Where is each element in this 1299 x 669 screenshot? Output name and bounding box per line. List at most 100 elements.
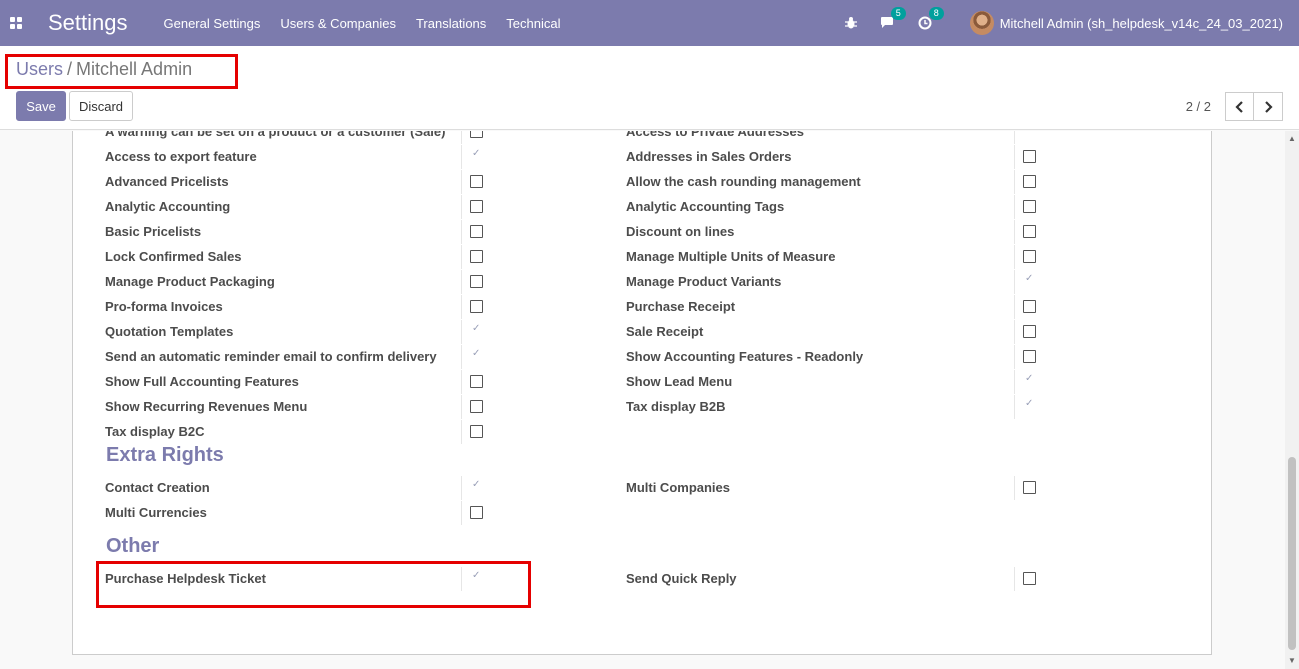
vertical-scrollbar[interactable]: ▲ ▼ [1285, 131, 1299, 669]
field-separator [461, 170, 462, 194]
navbar-systray: 5 8 Mitchell Admin (sh_helpdesk_v14c_24_… [822, 7, 1299, 35]
checkbox-discount-on-lines[interactable] [1023, 225, 1036, 238]
section-title-other: Other [106, 535, 160, 557]
checkbox-manage-product-packaging[interactable] [470, 275, 483, 288]
field-label-pro-forma-invoices[interactable]: Pro-forma Invoices [105, 294, 223, 319]
field-label-tax-display-b2b[interactable]: Tax display B2B [626, 394, 725, 419]
field-separator [1014, 131, 1015, 144]
field-label-manage-product-packaging[interactable]: Manage Product Packaging [105, 269, 275, 294]
breadcrumb-users-link[interactable]: Users [16, 59, 63, 79]
field-label-manage-multiple-units-of-measure[interactable]: Manage Multiple Units of Measure [626, 244, 835, 269]
field-separator [461, 567, 462, 591]
menu-users-companies[interactable]: Users & Companies [280, 16, 396, 31]
checkbox-purchase-helpdesk-ticket [470, 570, 483, 585]
menu-technical[interactable]: Technical [506, 16, 560, 31]
field-label-basic-pricelists[interactable]: Basic Pricelists [105, 219, 201, 244]
field-separator [1014, 295, 1015, 319]
checkbox-manage-multiple-units-of-measure[interactable] [1023, 250, 1036, 263]
checkbox-show-accounting-features-readonly[interactable] [1023, 350, 1036, 363]
checkbox-send-quick-reply[interactable] [1023, 572, 1036, 585]
field-label-show-full-accounting-features[interactable]: Show Full Accounting Features [105, 369, 299, 394]
checkbox-tax-display-b2b [1023, 398, 1036, 413]
field-label-addresses-in-sales-orders[interactable]: Addresses in Sales Orders [626, 144, 791, 169]
discard-button[interactable]: Discard [69, 91, 133, 121]
chat-count-badge: 5 [890, 7, 906, 20]
pager-next-button[interactable] [1254, 92, 1283, 121]
field-label-manage-product-variants[interactable]: Manage Product Variants [626, 269, 781, 294]
menu-translations[interactable]: Translations [416, 16, 486, 31]
field-label-discount-on-lines[interactable]: Discount on lines [626, 219, 734, 244]
field-label-advanced-pricelists[interactable]: Advanced Pricelists [105, 169, 229, 194]
field-separator [461, 476, 462, 500]
field-label-allow-the-cash-rounding-management[interactable]: Allow the cash rounding management [626, 169, 861, 194]
chat-messages-icon[interactable]: 5 [880, 7, 906, 30]
checkbox-quotation-templates [470, 323, 483, 338]
field-label-lock-confirmed-sales[interactable]: Lock Confirmed Sales [105, 244, 242, 269]
checkbox-allow-the-cash-rounding-management[interactable] [1023, 175, 1036, 188]
field-label-multi-companies[interactable]: Multi Companies [626, 475, 730, 500]
checkbox-access-to-private-addresses [1023, 131, 1036, 138]
checkbox-advanced-pricelists[interactable] [470, 175, 483, 188]
field-label-send-an-automatic-reminder-email-to-confirm-delivery[interactable]: Send an automatic reminder email to conf… [105, 344, 437, 369]
save-button[interactable]: Save [16, 91, 66, 121]
checkbox-purchase-receipt[interactable] [1023, 300, 1036, 313]
field-label-analytic-accounting[interactable]: Analytic Accounting [105, 194, 230, 219]
checkbox-analytic-accounting[interactable] [470, 200, 483, 213]
checkbox-sale-receipt[interactable] [1023, 325, 1036, 338]
field-label-purchase-receipt[interactable]: Purchase Receipt [626, 294, 735, 319]
pager-value[interactable]: 2 / 2 [1186, 99, 1211, 114]
checkbox-show-recurring-revenues-menu[interactable] [470, 400, 483, 413]
field-separator [1014, 145, 1015, 169]
user-menu[interactable]: Mitchell Admin (sh_helpdesk_v14c_24_03_2… [1000, 16, 1283, 31]
breadcrumb: Users / Mitchell Admin [16, 59, 192, 80]
checkbox-lock-confirmed-sales[interactable] [470, 250, 483, 263]
field-label-a-warning-can-be-set-on-a-product-or-a-customer-sale[interactable]: A warning can be set on a product or a c… [105, 131, 445, 144]
field-label-access-to-private-addresses[interactable]: Access to Private Addresses [626, 131, 804, 144]
scroll-thumb[interactable] [1288, 457, 1296, 650]
chevron-right-icon [1265, 100, 1273, 113]
field-label-contact-creation[interactable]: Contact Creation [105, 475, 210, 500]
field-separator [461, 220, 462, 244]
checkbox-multi-companies[interactable] [1023, 481, 1036, 494]
field-label-tax-display-b2c[interactable]: Tax display B2C [105, 419, 204, 444]
scroll-down-arrow-icon[interactable]: ▼ [1288, 657, 1296, 665]
checkbox-multi-currencies[interactable] [470, 506, 483, 519]
field-label-show-lead-menu[interactable]: Show Lead Menu [626, 369, 732, 394]
field-label-purchase-helpdesk-ticket[interactable]: Purchase Helpdesk Ticket [105, 566, 266, 591]
debug-bug-icon[interactable] [844, 16, 858, 30]
field-separator [461, 345, 462, 369]
checkbox-basic-pricelists[interactable] [470, 225, 483, 238]
activity-clock-icon[interactable]: 8 [918, 7, 944, 30]
user-avatar[interactable] [969, 11, 994, 35]
field-label-analytic-accounting-tags[interactable]: Analytic Accounting Tags [626, 194, 784, 219]
pager-previous-button[interactable] [1225, 92, 1254, 121]
field-separator [1014, 567, 1015, 591]
field-separator [1014, 370, 1015, 394]
checkbox-tax-display-b2c[interactable] [470, 425, 483, 438]
checkbox-addresses-in-sales-orders[interactable] [1023, 150, 1036, 163]
field-separator [461, 370, 462, 394]
field-label-show-recurring-revenues-menu[interactable]: Show Recurring Revenues Menu [105, 394, 307, 419]
field-label-sale-receipt[interactable]: Sale Receipt [626, 319, 703, 344]
checkbox-a-warning-can-be-set-on-a-product-or-a-customer-sale[interactable] [470, 131, 483, 138]
apps-menu-icon[interactable] [0, 0, 32, 46]
field-separator [461, 320, 462, 344]
field-separator [461, 245, 462, 269]
app-brand[interactable]: Settings [48, 10, 128, 36]
field-separator [461, 420, 462, 444]
field-label-access-to-export-feature[interactable]: Access to export feature [105, 144, 257, 169]
breadcrumb-separator: / [67, 59, 73, 79]
field-label-multi-currencies[interactable]: Multi Currencies [105, 500, 207, 525]
checkbox-manage-product-variants [1023, 273, 1036, 288]
field-label-send-quick-reply[interactable]: Send Quick Reply [626, 566, 737, 591]
checkbox-show-full-accounting-features[interactable] [470, 375, 483, 388]
field-label-quotation-templates[interactable]: Quotation Templates [105, 319, 233, 344]
field-label-show-accounting-features-readonly[interactable]: Show Accounting Features - Readonly [626, 344, 863, 369]
checkbox-pro-forma-invoices[interactable] [470, 300, 483, 313]
checkbox-analytic-accounting-tags[interactable] [1023, 200, 1036, 213]
field-separator [461, 270, 462, 294]
field-separator [1014, 476, 1015, 500]
scroll-up-arrow-icon[interactable]: ▲ [1288, 135, 1296, 143]
menu-general-settings[interactable]: General Settings [164, 16, 261, 31]
control-panel: Users / Mitchell Admin Save Discard 2 / 2 [0, 46, 1299, 130]
